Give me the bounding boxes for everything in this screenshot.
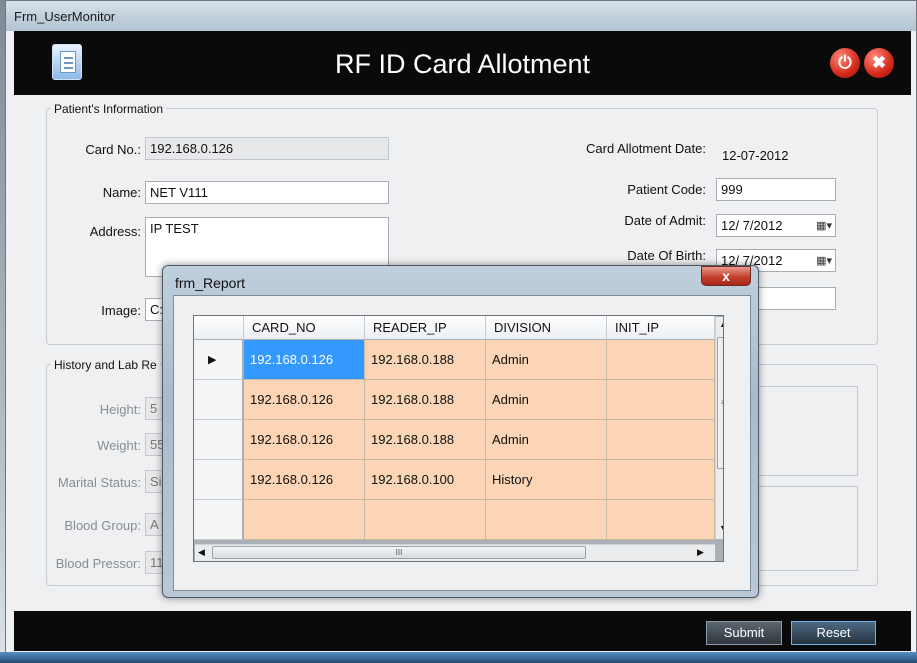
- scroll-grip: III: [395, 548, 403, 557]
- blood-group-label: Blood Group:: [64, 518, 141, 533]
- date-admit-label: Date of Admit:: [624, 213, 706, 228]
- date-admit-picker[interactable]: 12/ 7/2012 ▦▾: [716, 214, 836, 237]
- close-icon[interactable]: ✖: [864, 48, 894, 78]
- history-textbox-1[interactable]: [758, 386, 858, 476]
- table-cell[interactable]: History: [486, 460, 607, 500]
- table-cell[interactable]: 192.168.0.100: [365, 460, 486, 500]
- marital-label: Marital Status:: [57, 475, 141, 490]
- card-no-field[interactable]: 192.168.0.126: [145, 137, 389, 160]
- card-allot-date-label: Card Allotment Date:: [586, 141, 706, 156]
- patient-code-field[interactable]: 999: [716, 178, 836, 201]
- table-cell[interactable]: 192.168.0.188: [365, 420, 486, 460]
- reset-button[interactable]: Reset: [791, 621, 876, 645]
- table-cell[interactable]: Admin: [486, 420, 607, 460]
- column-header[interactable]: CARD_NO: [244, 316, 365, 340]
- table-cell[interactable]: [607, 460, 715, 500]
- report-grid[interactable]: CARD_NO READER_IP DIVISION INIT_IP ▶ 192.…: [193, 315, 724, 562]
- table-cell[interactable]: [607, 500, 715, 540]
- table-cell[interactable]: Admin: [486, 380, 607, 420]
- history-label: History and Lab Re: [51, 358, 160, 372]
- calendar-dropdown-icon[interactable]: ▦▾: [816, 254, 832, 267]
- card-allot-date-value: 12-07-2012: [722, 148, 789, 163]
- column-header[interactable]: INIT_IP: [607, 316, 715, 340]
- report-dialog: frm_Report x CARD_NO READER_IP DIVISION …: [162, 265, 759, 598]
- image-label: Image:: [101, 303, 141, 318]
- column-header[interactable]: DIVISION: [486, 316, 607, 340]
- name-field[interactable]: NET V111: [145, 181, 389, 204]
- vertical-scrollbar[interactable]: ▲ ≡ ▼: [715, 317, 723, 539]
- horizontal-scrollbar[interactable]: ◀ III ▶: [195, 544, 715, 561]
- table-cell[interactable]: 192.168.0.188: [365, 340, 486, 380]
- row-header[interactable]: [194, 420, 243, 460]
- table-cell[interactable]: 192.168.0.126: [244, 460, 365, 500]
- table-cell[interactable]: [607, 420, 715, 460]
- table-cell[interactable]: 192.168.0.188: [365, 380, 486, 420]
- date-admit-value: 12/ 7/2012: [721, 218, 783, 233]
- scroll-up-icon[interactable]: ▲: [719, 319, 723, 329]
- row-header[interactable]: ▶: [194, 340, 243, 380]
- column-header[interactable]: READER_IP: [365, 316, 486, 340]
- row-header[interactable]: [194, 500, 243, 540]
- app-header: RF ID Card Allotment ⏻ ✖: [14, 31, 911, 95]
- window-title-bar[interactable]: Frm_UserMonitor: [6, 1, 916, 31]
- dialog-title: frm_Report: [175, 275, 246, 291]
- card-no-label: Card No.:: [85, 142, 141, 157]
- blood-pressor-label: Blood Pressor:: [55, 556, 141, 571]
- scroll-thumb[interactable]: ≡: [717, 337, 723, 469]
- scroll-right-icon[interactable]: ▶: [697, 547, 704, 558]
- name-label: Name:: [102, 185, 141, 200]
- table-cell[interactable]: [244, 500, 365, 540]
- table-cell[interactable]: [607, 380, 715, 420]
- taskbar-strip: [0, 652, 917, 663]
- dialog-close-button[interactable]: x: [701, 266, 751, 286]
- table-cell[interactable]: 192.168.0.126: [244, 340, 365, 380]
- table-cell[interactable]: [365, 500, 486, 540]
- row-header[interactable]: [194, 380, 243, 420]
- history-textbox-2[interactable]: [758, 486, 858, 571]
- weight-label: Weight:: [97, 438, 141, 453]
- table-cell[interactable]: 192.168.0.126: [244, 420, 365, 460]
- table-cell[interactable]: 192.168.0.126: [244, 380, 365, 420]
- submit-button[interactable]: Submit: [706, 621, 782, 645]
- power-icon[interactable]: ⏻: [830, 48, 860, 78]
- patient-info-label: Patient's Information: [51, 102, 167, 116]
- dob-label: Date Of Birth:: [627, 248, 706, 263]
- table-cell[interactable]: Admin: [486, 340, 607, 380]
- row-header[interactable]: [194, 460, 243, 500]
- dialog-body: CARD_NO READER_IP DIVISION INIT_IP ▶ 192.…: [173, 295, 751, 591]
- scroll-down-icon[interactable]: ▼: [719, 523, 723, 533]
- patient-code-label: Patient Code:: [627, 182, 706, 197]
- height-label: Height:: [99, 402, 141, 417]
- table-cell[interactable]: [607, 340, 715, 380]
- scroll-thumb[interactable]: III: [212, 546, 586, 559]
- current-row-arrow-icon: ▶: [208, 354, 217, 366]
- window-title: Frm_UserMonitor: [14, 9, 116, 24]
- row-header-corner: [194, 316, 244, 340]
- scroll-left-icon[interactable]: ◀: [198, 547, 205, 558]
- table-cell[interactable]: [486, 500, 607, 540]
- calendar-dropdown-icon[interactable]: ▦▾: [816, 219, 832, 232]
- address-label: Address:: [89, 224, 141, 239]
- page-title: RF ID Card Allotment: [334, 49, 591, 79]
